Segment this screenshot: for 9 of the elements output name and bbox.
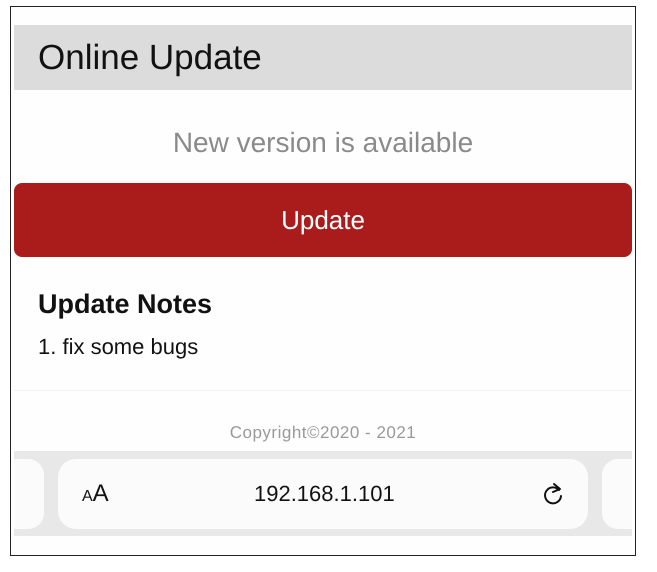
- text-size-button[interactable]: AA: [82, 480, 109, 508]
- notes-heading: Update Notes: [38, 289, 214, 320]
- update-button[interactable]: Update: [14, 183, 632, 257]
- url-text: 192.168.1.101: [254, 480, 395, 506]
- copyright-text: Copyright©2020 - 2021: [228, 423, 418, 443]
- status-text: New version is available: [172, 127, 474, 160]
- page-title: Online Update: [38, 38, 262, 78]
- note-item: 1. fix some bugs: [38, 334, 200, 360]
- address-bar[interactable]: AA 192.168.1.101: [58, 458, 588, 528]
